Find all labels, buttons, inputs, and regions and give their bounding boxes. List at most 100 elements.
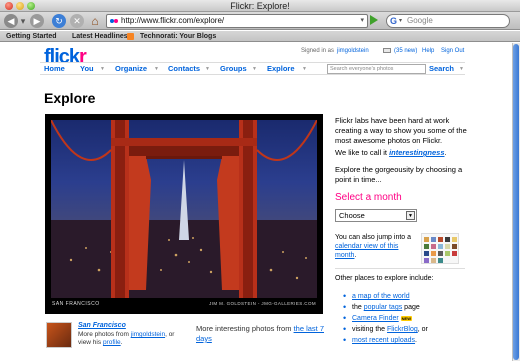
golden-gate-bridge-photo-image [51, 120, 317, 298]
nav-contacts-caret-icon[interactable]: ▼ [205, 63, 210, 75]
flickrblog-link[interactable]: FlickrBlog [387, 326, 418, 333]
bookmark-technorati[interactable]: Technorati: Your Blogs [140, 31, 216, 42]
photo-owner-profile-link[interactable]: profile [103, 339, 121, 346]
list-item: a map of the world [342, 291, 472, 302]
calendar-cell [452, 244, 457, 249]
other-places-heading: Other places to explore include: [335, 275, 434, 282]
nav-contacts[interactable]: Contacts [168, 63, 200, 75]
interestingness-prefix: We like to call it [335, 148, 387, 157]
month-select-value: Choose [339, 211, 365, 220]
calendar-cell [424, 251, 429, 256]
photo-caption-location: SAN FRANCISCO [52, 301, 100, 307]
more-interesting: More interesting photos from the last 7 … [196, 324, 326, 344]
new-badge: NEW [400, 315, 412, 321]
photo-owner-link[interactable]: jimgoldstein [131, 331, 165, 338]
calendar-cell [452, 251, 457, 256]
nav-organize-caret-icon[interactable]: ▼ [154, 63, 159, 75]
signed-in-label: Signed in as [301, 48, 335, 54]
calendar-cell [424, 237, 429, 242]
list-item: visiting the FlickrBlog, or [342, 324, 472, 335]
page-scrollbar-thumb[interactable] [513, 44, 519, 360]
place-prefix: visiting the [352, 326, 386, 333]
calendar-cell [424, 258, 429, 263]
featured-photo[interactable] [51, 120, 317, 298]
sidebar-divider [335, 268, 465, 269]
main-nav: Home You ▼ Organize ▼ Contacts ▼ Groups … [40, 62, 465, 75]
forward-icon[interactable]: ▶ [30, 14, 44, 28]
calendar-jump-suffix: . [354, 252, 357, 259]
google-icon[interactable]: G [390, 15, 397, 27]
recent-uploads-link[interactable]: most recent uploads [352, 337, 415, 344]
search-caret-icon[interactable]: ▼ [459, 63, 464, 75]
list-item: Camera Finder NEW [342, 313, 472, 324]
nav-home[interactable]: Home [44, 63, 65, 75]
sign-out-link[interactable]: Sign Out [441, 47, 464, 55]
url-input[interactable]: http://www.flickr.com/explore/ ▾ [106, 14, 368, 28]
popular-tags-link[interactable]: popular tags [364, 304, 403, 311]
featured-photo-frame[interactable]: SAN FRANCISCO JIM M. GOLDSTEIN - JMG-GAL… [45, 114, 323, 314]
nav-you-caret-icon[interactable]: ▼ [100, 63, 105, 75]
explore-prompt: Explore the gorgeousity by choosing a po… [335, 165, 463, 184]
reload-icon[interactable]: ↻ [52, 14, 66, 28]
flickr-page: flickr Signed in as jimgoldstein (35 new… [0, 43, 512, 361]
more-interesting-text: More interesting photos from [196, 324, 292, 333]
calendar-cell [431, 244, 436, 249]
nav-organize[interactable]: Organize [115, 63, 147, 75]
go-icon[interactable] [370, 15, 378, 25]
calendar-view-link[interactable]: calendar view of this month [335, 243, 398, 259]
photographer-avatar[interactable] [46, 322, 72, 348]
photo-meta: More photos from jimgoldstein, or view h… [78, 331, 188, 347]
search-engine-dropdown-icon[interactable]: ▾ [399, 15, 402, 27]
camera-finder-link[interactable]: Camera Finder [352, 315, 399, 322]
web-search-input[interactable]: G ▾ Google [386, 14, 510, 28]
month-select-arrow-icon[interactable]: ▼ [406, 211, 415, 220]
place-suffix: . [415, 337, 417, 344]
interestingness-suffix: . [444, 148, 447, 157]
calendar-cell [438, 237, 443, 242]
calendar-cell [452, 237, 457, 242]
nav-groups[interactable]: Groups [220, 63, 247, 75]
photo-title-link[interactable]: San Francisco [78, 322, 126, 329]
flickr-favicon-dot-icon [114, 19, 118, 23]
photo-search-button[interactable]: Search [429, 63, 454, 75]
interestingness-line: We like to call it interestingness. [335, 148, 470, 158]
nav-explore-caret-icon[interactable]: ▼ [302, 63, 307, 75]
username-link[interactable]: jimgoldstein [337, 47, 369, 55]
list-item: the popular tags page [342, 302, 472, 313]
calendar-jump: You can also jump into a calendar view o… [335, 233, 417, 260]
nav-explore[interactable]: Explore [267, 63, 295, 75]
stop-icon[interactable]: ✕ [70, 14, 84, 28]
mail-icon[interactable] [383, 48, 391, 53]
bookmarks-bar: Getting Started Latest Headlines Technor… [0, 31, 520, 42]
place-prefix: the [352, 304, 362, 311]
help-link[interactable]: Help [422, 47, 434, 55]
calendar-jump-prefix: You can also jump into a [335, 234, 412, 241]
map-of-world-link[interactable]: a map of the world [352, 293, 410, 300]
month-select[interactable]: Choose ▼ [335, 209, 417, 222]
calendar-thumbnail[interactable] [421, 233, 459, 264]
photo-search-input[interactable]: Search everyone's photos [327, 64, 426, 74]
nav-you[interactable]: You [80, 63, 94, 75]
url-text: http://www.flickr.com/explore/ [121, 16, 225, 25]
back-icon[interactable]: ◀ [4, 14, 18, 28]
url-history-icon[interactable]: ▾ [360, 15, 364, 27]
interestingness-link[interactable]: interestingness [389, 148, 444, 157]
page-title: Explore [44, 90, 96, 106]
calendar-cell [445, 244, 450, 249]
calendar-cell [431, 251, 436, 256]
place-suffix: , or [417, 326, 428, 333]
home-icon[interactable]: ⌂ [88, 14, 102, 28]
new-messages-link[interactable]: (35 new) [394, 47, 417, 55]
calendar-cell [431, 258, 436, 263]
nav-groups-caret-icon[interactable]: ▼ [252, 63, 257, 75]
bookmark-latest-headlines[interactable]: Latest Headlines [72, 31, 128, 42]
back-history-icon[interactable]: ▾ [18, 14, 28, 28]
calendar-cell [445, 251, 450, 256]
photo-meta-prefix: More photos from [78, 331, 129, 338]
explore-intro: Flickr labs have been hard at work creat… [335, 116, 467, 145]
rss-icon [127, 33, 134, 40]
calendar-cell [438, 251, 443, 256]
photo-caption-credit: JIM M. GOLDSTEIN - JMG-GALLERIES.COM [209, 301, 316, 306]
bookmark-getting-started[interactable]: Getting Started [6, 31, 57, 42]
select-month-heading: Select a month [335, 192, 402, 203]
